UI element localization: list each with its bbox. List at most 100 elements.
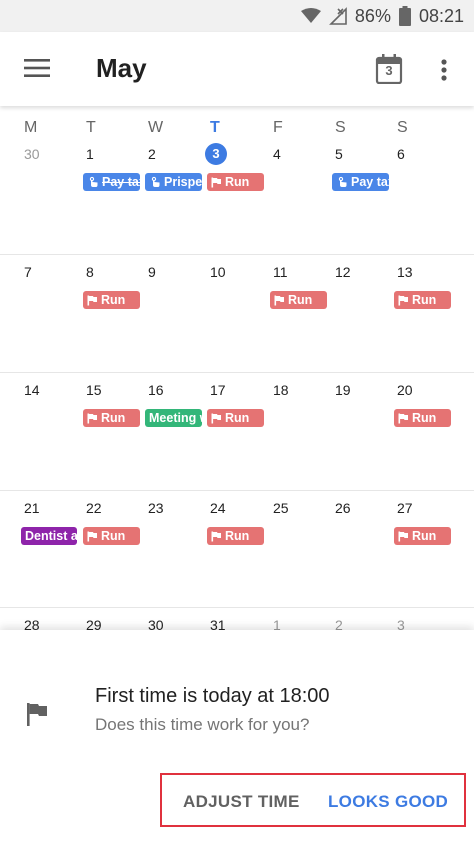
weekday-label-today: T [210,119,220,136]
flag-icon [87,413,98,424]
calendar-event[interactable]: Run [394,527,451,545]
more-vert-icon[interactable] [436,56,452,84]
app-bar: May 3 [0,32,474,106]
calendar-event[interactable]: Run [394,409,451,427]
day-number[interactable]: 19 [335,382,351,398]
adjust-time-button[interactable]: ADJUST TIME [183,792,300,812]
event-label: Run [101,411,126,425]
weekday-label: T [86,119,96,136]
day-number[interactable]: 2 [148,146,156,162]
event-label: Run [412,529,437,543]
hand-icon [336,176,348,188]
weekday-label: S [335,119,346,136]
day-number[interactable]: 9 [148,264,156,280]
no-signal-icon [328,7,347,25]
flag-icon [398,295,409,306]
hand-icon [149,176,161,188]
day-number[interactable]: 16 [148,382,164,398]
flag-icon [26,702,48,731]
day-number[interactable]: 22 [86,500,102,516]
flag-icon [274,295,285,306]
day-number[interactable]: 23 [148,500,164,516]
day-number[interactable]: 7 [24,264,32,280]
weekday-label: W [148,119,164,136]
day-number[interactable]: 15 [86,382,102,398]
event-label: Pay tax [351,175,389,189]
day-number[interactable]: 13 [397,264,413,280]
event-label: Run [225,529,250,543]
bottom-sheet: First time is today at 18:00 Does this t… [0,630,474,842]
day-number[interactable]: 6 [397,146,405,162]
day-number[interactable]: 12 [335,264,351,280]
calendar-today-number: 3 [385,63,393,78]
event-label: Pay tax [102,175,140,189]
event-label: Run [101,293,126,307]
calendar-event[interactable]: Run [83,291,140,309]
flag-icon [211,177,222,188]
event-label: Run [225,175,250,189]
day-number[interactable]: 24 [210,500,226,516]
week-divider [0,372,474,373]
battery-icon [398,6,411,26]
weekday-label: F [273,119,283,136]
day-number[interactable]: 8 [86,264,94,280]
status-bar: 86% 08:21 [0,0,474,32]
hand-icon [87,176,99,188]
day-number-today[interactable]: 3 [205,143,227,165]
day-number[interactable]: 14 [24,382,40,398]
day-number[interactable]: 30 [24,146,40,162]
battery-percent: 86% [354,5,391,26]
day-number[interactable]: 4 [273,146,281,162]
weekday-label: M [24,119,38,136]
event-label: Run [225,411,250,425]
day-number[interactable]: 25 [273,500,289,516]
calendar-event[interactable]: Pay tax [332,173,389,191]
menu-icon[interactable] [24,58,50,83]
calendar-event[interactable]: Run [394,291,451,309]
calendar-event[interactable]: Run [83,527,140,545]
week-divider [0,490,474,491]
day-number[interactable]: 11 [273,264,288,280]
event-label: Meeting w [149,411,202,425]
calendar-event[interactable]: Dentist ap [21,527,77,545]
calendar-event[interactable]: Run [207,409,264,427]
day-number[interactable]: 26 [335,500,351,516]
event-label: Run [288,293,313,307]
event-label: Dentist ap [25,529,77,543]
calendar-event[interactable]: Run [83,409,140,427]
day-number[interactable]: 21 [24,500,40,516]
looks-good-button[interactable]: LOOKS GOOD [328,792,448,812]
event-label: Prispev [164,175,202,189]
sheet-title: First time is today at 18:00 [95,685,330,707]
calendar-event[interactable]: Prispev [145,173,202,191]
flag-icon [87,295,98,306]
event-label: Run [412,293,437,307]
day-number[interactable]: 20 [397,382,413,398]
day-number[interactable]: 5 [335,146,343,162]
calendar-today-icon[interactable]: 3 [375,54,403,84]
calendar-event[interactable]: Run [207,173,264,191]
clock: 08:21 [418,5,464,26]
sheet-subtitle: Does this time work for you? [95,715,310,734]
week-divider [0,607,474,608]
day-number[interactable]: 18 [273,382,289,398]
flag-icon [398,413,409,424]
calendar-event[interactable]: Meeting w [145,409,202,427]
day-number[interactable]: 17 [210,382,226,398]
event-label: Run [101,529,126,543]
flag-icon [87,531,98,542]
day-number[interactable]: 27 [397,500,413,516]
day-number[interactable]: 10 [210,264,226,280]
wifi-icon [300,8,321,24]
month-title[interactable]: May [96,53,147,84]
week-divider [0,254,474,255]
calendar-event[interactable]: Run [207,527,264,545]
weekday-label: S [397,119,408,136]
calendar-event[interactable]: Run [270,291,327,309]
event-label: Run [412,411,437,425]
calendar-event[interactable]: Pay tax [83,173,140,191]
day-number[interactable]: 1 [86,146,94,162]
flag-icon [398,531,409,542]
flag-icon [211,413,222,424]
flag-icon [211,531,222,542]
